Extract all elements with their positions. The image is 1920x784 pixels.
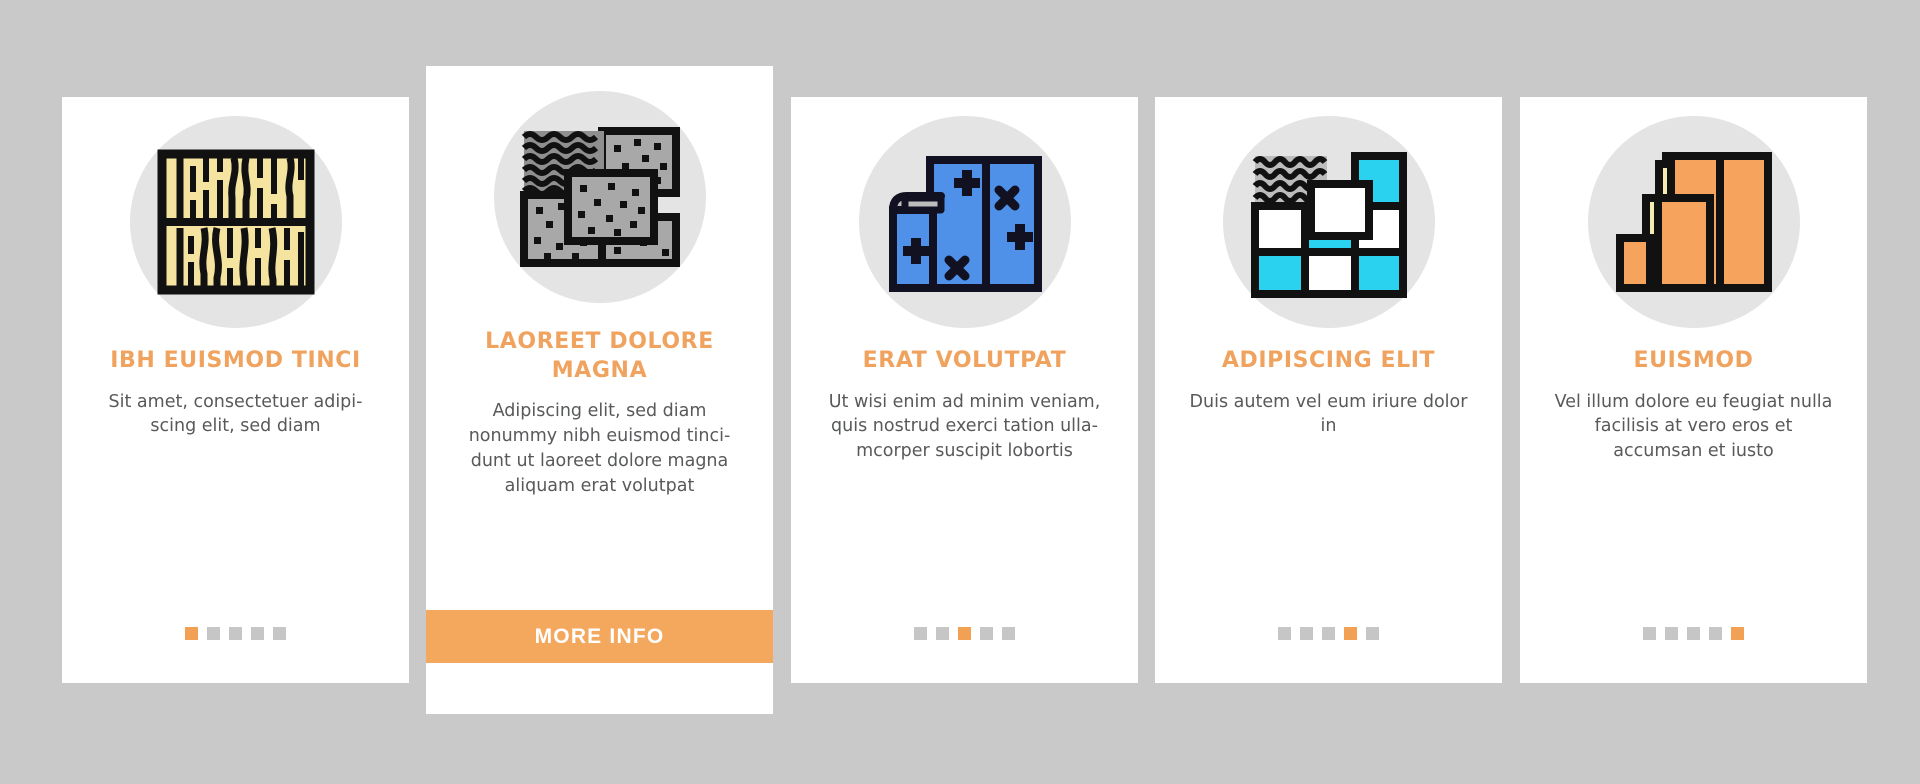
card-title: LAOREET DOLORE MAGNA [485,329,714,383]
pagination-dots[interactable] [914,627,1015,640]
onboarding-card-1[interactable]: IBH EUISMOD TINCI Sit amet, consectetuer… [62,97,409,683]
pagination-dot[interactable] [958,627,971,640]
pagination-dot[interactable] [980,627,993,640]
pagination-dot[interactable] [1344,627,1357,640]
pagination-dot[interactable] [207,627,220,640]
card-description: Ut wisi enim ad minim veniam, quis nostr… [828,391,1101,462]
ceramic-tile-grid-icon [1250,152,1407,298]
card-description: Adipiscing elit, sed diam nonummy nibh e… [468,401,731,496]
pagination-dot[interactable] [1665,627,1678,640]
pagination-dot[interactable] [185,627,198,640]
stone-tile-samples-icon [519,127,680,267]
pagination-dots[interactable] [185,627,286,640]
icon-zone-4 [1155,97,1502,347]
card-title: EUISMOD [1633,348,1754,373]
pagination-dots[interactable] [1643,627,1744,640]
icon-zone-3 [791,97,1138,347]
pagination-dot[interactable] [1002,627,1015,640]
onboarding-screens-stage: IBH EUISMOD TINCI Sit amet, consectetuer… [0,0,1920,784]
pagination-dot[interactable] [273,627,286,640]
more-info-button[interactable]: MORE INFO [426,610,773,663]
pagination-dot[interactable] [1643,627,1656,640]
card-title: IBH EUISMOD TINCI [110,348,361,373]
pagination-dot[interactable] [1300,627,1313,640]
pagination-dot[interactable] [1278,627,1291,640]
onboarding-card-5[interactable]: EUISMOD Vel illum dolore eu feugiat null… [1520,97,1867,683]
card-title: ERAT VOLUTPAT [862,348,1067,373]
onboarding-card-4[interactable]: ADIPISCING ELIT Duis autem vel eum iriur… [1155,97,1502,683]
onboarding-card-3[interactable]: ERAT VOLUTPAT Ut wisi enim ad minim veni… [791,97,1138,683]
icon-zone-2 [426,66,773,328]
pagination-dots[interactable] [1278,627,1379,640]
card-description: Sit amet, consectetuer adipi-scing elit,… [108,391,363,437]
onboarding-card-2[interactable]: LAOREET DOLORE MAGNA Adipiscing elit, se… [426,66,773,714]
pagination-dot[interactable] [251,627,264,640]
icon-zone-5 [1520,97,1867,347]
stacked-boards-icon [1615,152,1772,292]
icon-zone-1 [62,97,409,347]
card-title: ADIPISCING ELIT [1221,348,1436,373]
card-description: Duis autem vel eum iriure dolor in [1189,391,1468,437]
pagination-dot[interactable] [1731,627,1744,640]
pagination-dot[interactable] [914,627,927,640]
pagination-dot[interactable] [1322,627,1335,640]
pagination-dot[interactable] [1687,627,1700,640]
wood-grain-texture-icon [157,149,314,295]
pagination-dot[interactable] [1366,627,1379,640]
pagination-dot[interactable] [936,627,949,640]
pagination-dot[interactable] [229,627,242,640]
pagination-dot[interactable] [1709,627,1722,640]
card-description: Vel illum dolore eu feugiat nulla facili… [1554,391,1833,462]
wallpaper-rolls-icon [888,156,1042,292]
